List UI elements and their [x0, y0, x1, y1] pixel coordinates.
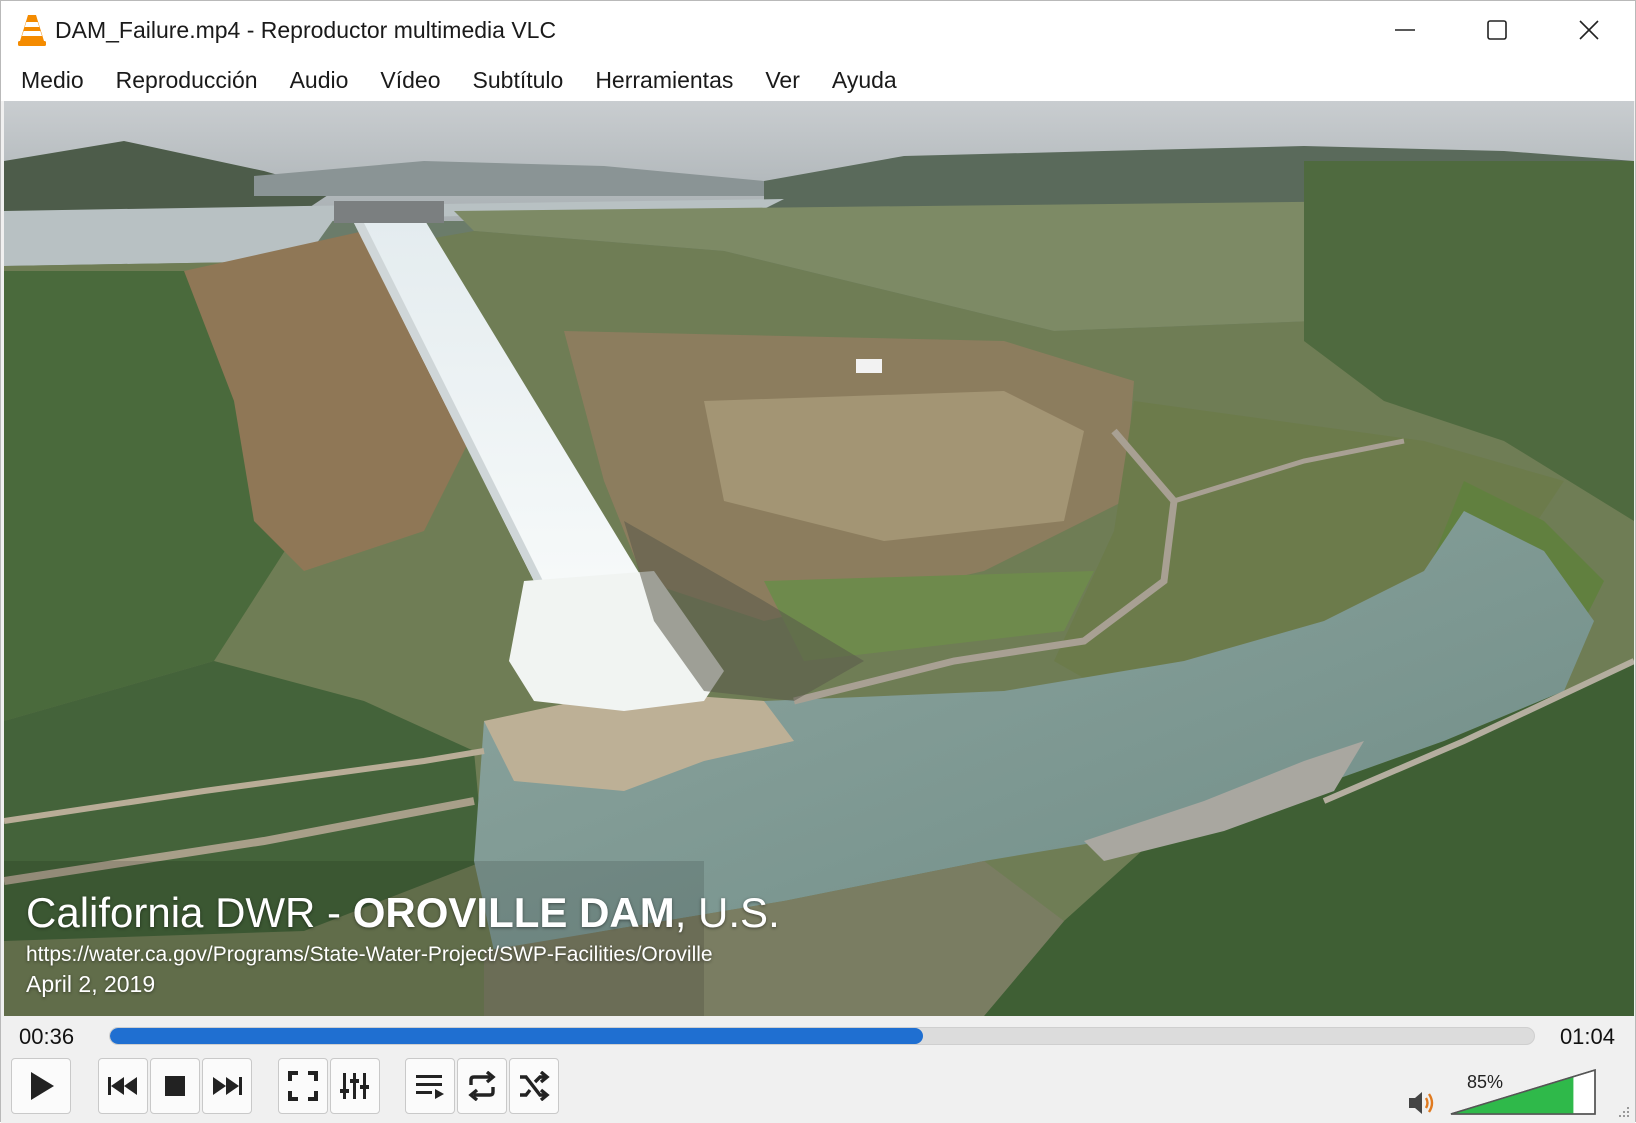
vlc-cone-icon — [17, 13, 47, 47]
menu-bar: Medio Reproducción Audio Vídeo Subtítulo… — [1, 59, 1635, 101]
play-icon — [31, 1072, 54, 1100]
maximize-button[interactable] — [1451, 1, 1543, 59]
extended-settings-icon — [340, 1073, 369, 1099]
menu-ayuda[interactable]: Ayuda — [816, 59, 913, 101]
video-scene — [4, 101, 1634, 1016]
window-title: DAM_Failure.mp4 - Reproductor multimedia… — [55, 16, 557, 43]
video-caption-date: April 2, 2019 — [26, 971, 156, 997]
menu-ver[interactable]: Ver — [749, 59, 816, 101]
speaker-icon — [1409, 1092, 1434, 1114]
volume-slider[interactable] — [1449, 1068, 1597, 1116]
loop-icon — [468, 1071, 496, 1101]
controls-bar: 85% — [1, 1054, 1635, 1123]
vlc-window: DAM_Failure.mp4 - Reproductor multimedia… — [0, 0, 1636, 1123]
close-icon — [1579, 20, 1599, 40]
maximize-icon — [1487, 20, 1507, 40]
close-button[interactable] — [1543, 1, 1635, 59]
playlist-button[interactable] — [405, 1058, 455, 1114]
video-caption-url: https://water.ca.gov/Programs/State-Wate… — [26, 943, 713, 966]
seek-bar[interactable] — [109, 1027, 1535, 1045]
next-icon — [213, 1077, 242, 1095]
fullscreen-button[interactable] — [278, 1058, 328, 1114]
menu-reproduccion[interactable]: Reproducción — [100, 59, 274, 101]
shuffle-icon — [520, 1071, 550, 1101]
title-bar[interactable]: DAM_Failure.mp4 - Reproductor multimedia… — [1, 1, 1635, 59]
stop-button[interactable] — [150, 1058, 200, 1114]
caption-title-regular: California DWR - — [26, 889, 353, 936]
total-time[interactable]: 01:04 — [1560, 1024, 1615, 1050]
menu-herramientas[interactable]: Herramientas — [579, 59, 749, 101]
minimize-icon — [1395, 29, 1415, 31]
caption-title-suffix: , U.S. — [674, 889, 780, 936]
stop-icon — [165, 1076, 185, 1096]
video-frame[interactable]: California DWR - OROVILLE DAM, U.S. http… — [4, 101, 1634, 1016]
previous-icon — [108, 1077, 137, 1095]
menu-medio[interactable]: Medio — [5, 59, 100, 101]
minimize-button[interactable] — [1359, 1, 1451, 59]
previous-button[interactable] — [98, 1058, 148, 1114]
loop-button[interactable] — [457, 1058, 507, 1114]
playlist-icon — [416, 1075, 444, 1099]
menu-subtitulo[interactable]: Subtítulo — [457, 59, 580, 101]
mute-button[interactable] — [1407, 1090, 1437, 1116]
elapsed-time[interactable]: 00:36 — [19, 1024, 74, 1050]
seek-bar-progress — [110, 1028, 923, 1044]
window-controls — [1359, 1, 1635, 59]
resize-grip-icon[interactable] — [1615, 1103, 1631, 1119]
seek-row: 00:36 01:04 — [1, 1016, 1635, 1054]
caption-title-bold: OROVILLE DAM — [352, 889, 675, 936]
next-button[interactable] — [202, 1058, 252, 1114]
menu-audio[interactable]: Audio — [274, 59, 365, 101]
play-button[interactable] — [11, 1058, 71, 1114]
fullscreen-icon — [288, 1071, 318, 1101]
shuffle-button[interactable] — [509, 1058, 559, 1114]
menu-video[interactable]: Vídeo — [364, 59, 456, 101]
extended-settings-button[interactable] — [330, 1058, 380, 1114]
video-caption-title: California DWR - OROVILLE DAM, U.S. — [26, 889, 780, 937]
